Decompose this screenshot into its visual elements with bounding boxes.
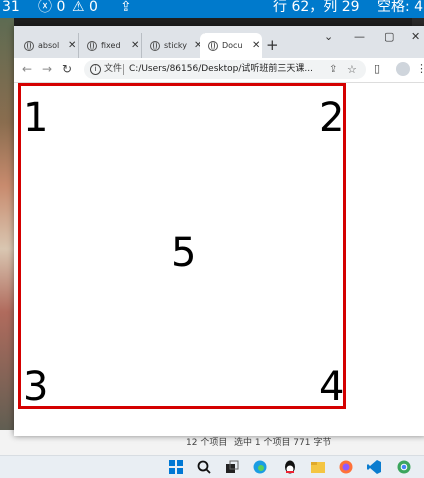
close-tab-icon[interactable]: ✕ [68,40,76,51]
close-tab-icon[interactable]: ✕ [252,40,260,51]
windows-start-icon[interactable] [168,459,184,475]
tab-strip: absol ✕ fixed ✕ sticky ✕ Docu ✕ + ⌄ — ▢ … [14,26,424,58]
selection-info: 选中 1 个项目 771 字节 [234,438,332,448]
side-panel-icon[interactable]: ▯ [374,62,380,75]
chrome-icon[interactable] [396,459,412,475]
tab-search-icon[interactable]: ⌄ [324,30,333,43]
tab-title: Docu [222,41,243,50]
cursor-position[interactable]: 行 62，列 29 [273,0,360,16]
share-icon[interactable]: ⇪ [329,60,337,79]
protocol-label: 文件 [104,64,123,74]
file-explorer-icon[interactable] [310,459,326,475]
divider [123,64,124,75]
minimize-button[interactable]: — [354,30,365,43]
address-bar[interactable]: i 文件 C:/Users/86156/Desktop/试听班前三天课... ⇪… [84,60,366,79]
tab-sticky[interactable]: sticky ✕ [142,33,205,58]
red-bordered-box: 1 2 5 3 4 [18,83,346,409]
indentation-indicator[interactable]: 空格: 4 [377,0,423,16]
qq-icon[interactable] [282,459,298,475]
edge-icon[interactable] [252,459,268,475]
corner-top-left: 1 [23,95,49,141]
browser-window: absol ✕ fixed ✕ sticky ✕ Docu ✕ + ⌄ — ▢ … [14,26,424,436]
status-partial-text: 31 [2,0,20,15]
live-share-icon[interactable]: ⇪ [120,0,132,16]
corner-top-right: 2 [319,95,345,141]
center-number: 5 [171,230,197,276]
firefox-icon[interactable] [338,459,354,475]
globe-icon [208,40,218,51]
reload-button[interactable]: ↻ [62,62,72,76]
corner-bottom-left: 3 [23,364,49,410]
desktop-background [0,18,14,438]
browser-toolbar: ← → ↻ i 文件 C:/Users/86156/Desktop/试听班前三天… [14,58,424,83]
tab-title: absol [38,41,60,50]
warnings-indicator[interactable]: ⚠ 0 [72,0,98,16]
errors-indicator[interactable]: ⓧ 0 [38,0,65,16]
forward-button[interactable]: → [42,62,52,76]
back-button[interactable]: ← [22,62,32,76]
close-window-button[interactable]: ✕ [411,30,420,43]
tab-title: sticky [164,41,188,50]
maximize-button[interactable]: ▢ [384,30,394,43]
info-icon[interactable]: i [90,64,101,75]
bookmark-star-icon[interactable]: ☆ [347,60,357,79]
profile-avatar[interactable] [396,62,410,76]
tab-title: fixed [101,41,121,50]
search-icon[interactable] [196,459,212,475]
tab-fixed[interactable]: fixed ✕ [79,33,142,58]
close-tab-icon[interactable]: ✕ [131,40,139,51]
tab-absolute[interactable]: absol ✕ [16,33,79,58]
url-text[interactable]: C:/Users/86156/Desktop/试听班前三天课... [129,60,329,79]
new-tab-button[interactable]: + [266,36,279,54]
taskbar [0,455,424,478]
page-content: 1 2 5 3 4 [14,83,424,436]
globe-icon [87,40,97,51]
task-view-icon[interactable] [224,459,240,475]
corner-bottom-right: 4 [319,364,345,410]
globe-icon [150,40,160,51]
tab-document-active[interactable]: Docu ✕ [200,33,262,58]
vscode-icon[interactable] [366,459,382,475]
globe-icon [24,40,34,51]
item-count: 12 个项目 [186,438,228,448]
menu-icon[interactable]: ⋮ [416,62,424,75]
vscode-status-bar: 31 ⓧ 0 ⚠ 0 ⇪ 行 62，列 29 空格: 4 [0,0,424,18]
